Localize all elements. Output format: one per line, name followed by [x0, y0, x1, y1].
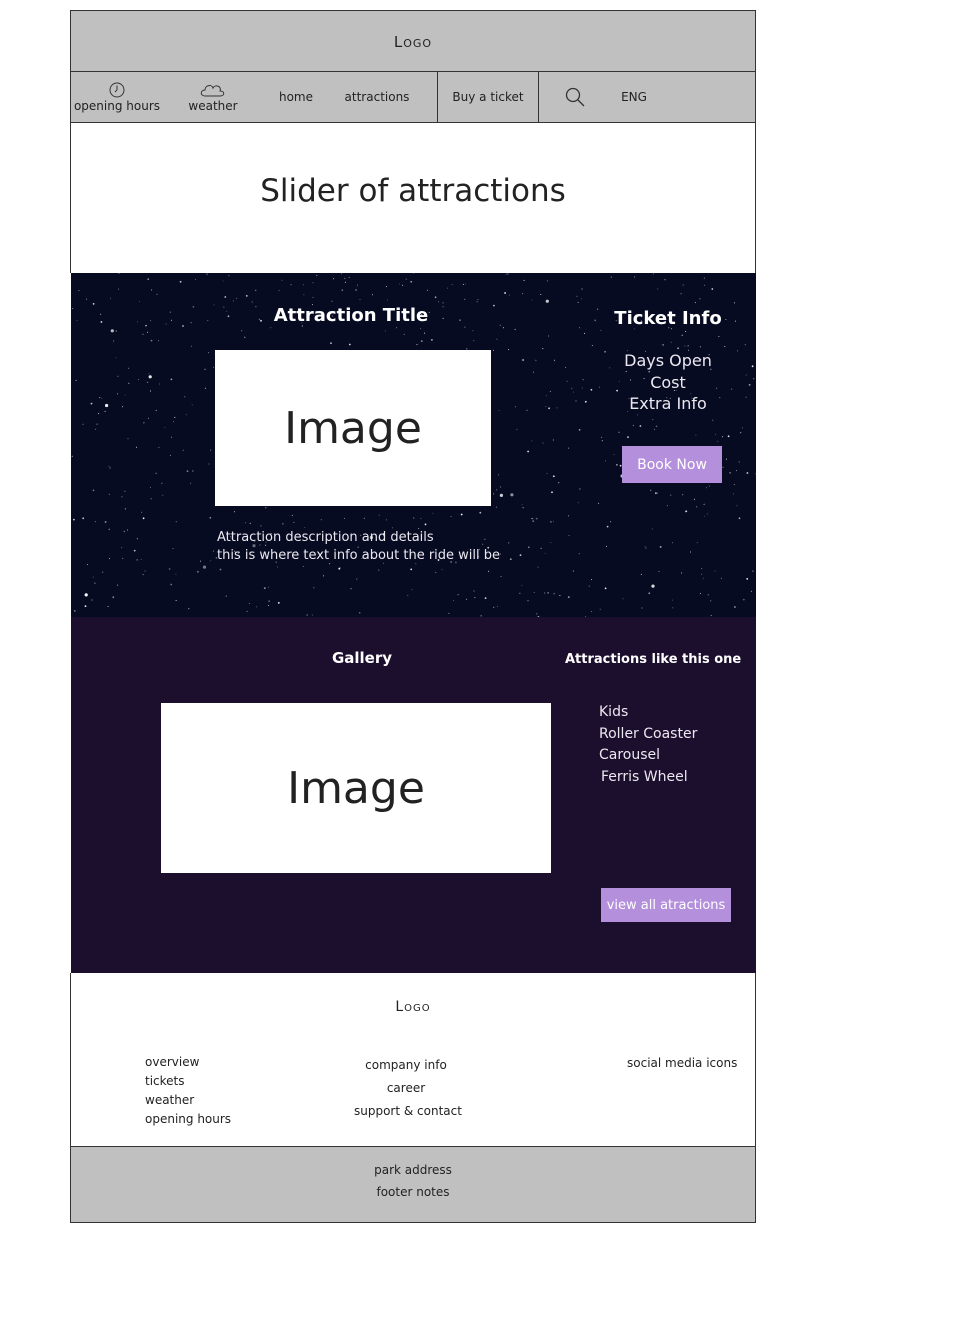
similar-attractions-heading: Attractions like this one — [565, 652, 742, 667]
language-label: ENG — [621, 90, 647, 104]
footer-link-overview[interactable]: overview — [145, 1053, 231, 1072]
footer-notes: footer notes — [376, 1185, 450, 1199]
similar-item-ferris-wheel[interactable]: Ferris Wheel — [599, 767, 697, 789]
language-selector[interactable]: ENG — [617, 72, 651, 122]
footer-bottom-text: park address footer notes — [71, 1159, 755, 1203]
clock-icon — [109, 82, 125, 98]
footer-link-tickets[interactable]: tickets — [145, 1072, 231, 1091]
footer-link-weather[interactable]: weather — [145, 1091, 231, 1110]
similar-attractions-list: Kids Roller Coaster Carousel Ferris Whee… — [599, 702, 697, 788]
book-now-button[interactable]: Book Now — [622, 446, 722, 483]
nav-attractions[interactable]: attractions — [339, 72, 415, 122]
gallery-image-label: Image — [287, 762, 425, 814]
attraction-title: Attraction Title — [273, 305, 429, 326]
header-logo[interactable]: Logo — [71, 33, 755, 51]
ticket-extra-info: Extra Info — [629, 394, 707, 413]
buy-ticket-label: Buy a ticket — [452, 90, 524, 104]
ticket-days-open: Days Open — [624, 351, 712, 370]
ticket-cost: Cost — [650, 372, 686, 392]
attraction-description: Attraction description and details this … — [217, 529, 500, 565]
gallery-section: Gallery Image Attractions like this one … — [71, 617, 756, 973]
nav-weather[interactable]: weather — [183, 72, 243, 122]
footer-social-media[interactable]: social media icons — [627, 1056, 737, 1070]
footer-column-2: company info career support & contact — [354, 1054, 462, 1123]
nav-bar: opening hours weather home attractions B… — [70, 72, 756, 123]
ticket-info-heading: Ticket Info — [614, 308, 722, 329]
attraction-section: Attraction Title Image Attraction descri… — [71, 273, 756, 617]
footer: Logo overview tickets weather opening ho… — [70, 973, 756, 1146]
park-address: park address — [374, 1163, 452, 1177]
search-button[interactable] — [561, 72, 589, 122]
footer-logo[interactable]: Logo — [71, 999, 755, 1015]
nav-attractions-label: attractions — [344, 90, 410, 104]
nav-opening-hours[interactable]: opening hours — [73, 72, 161, 122]
attraction-image: Image — [215, 350, 491, 506]
cloud-icon — [200, 85, 225, 97]
attraction-description-line2: this is where text info about the ride w… — [217, 548, 501, 563]
attractions-slider[interactable]: Slider of attractions — [70, 123, 756, 273]
footer-link-support-contact[interactable]: support & contact — [354, 1100, 462, 1123]
footer-link-company-info[interactable]: company info — [354, 1054, 458, 1077]
view-all-attractions-button[interactable]: view all atractions — [601, 888, 731, 922]
footer-link-opening-hours[interactable]: opening hours — [145, 1110, 231, 1129]
attraction-description-line1: Attraction description and details — [217, 530, 434, 545]
similar-item-roller-coaster[interactable]: Roller Coaster — [599, 724, 697, 746]
attraction-image-label: Image — [284, 402, 422, 454]
footer-bottom-bar: park address footer notes — [70, 1146, 756, 1223]
similar-item-kids[interactable]: Kids — [599, 702, 697, 724]
gallery-image[interactable]: Image — [161, 703, 551, 873]
gallery-heading: Gallery — [331, 649, 393, 667]
nav-home-label: home — [278, 90, 314, 104]
nav-home[interactable]: home — [273, 72, 319, 122]
slider-title: Slider of attractions — [260, 173, 566, 209]
header-logo-bar: Logo — [70, 10, 756, 72]
buy-ticket-button[interactable]: Buy a ticket — [437, 72, 539, 122]
footer-column-1: overview tickets weather opening hours — [145, 1053, 231, 1129]
nav-opening-hours-label: opening hours — [73, 99, 161, 113]
nav-weather-label: weather — [188, 99, 238, 113]
search-icon — [565, 87, 585, 107]
ticket-info-details: Days Open Cost Extra Info — [598, 350, 738, 415]
similar-item-carousel[interactable]: Carousel — [599, 745, 697, 767]
footer-link-career[interactable]: career — [354, 1077, 458, 1100]
